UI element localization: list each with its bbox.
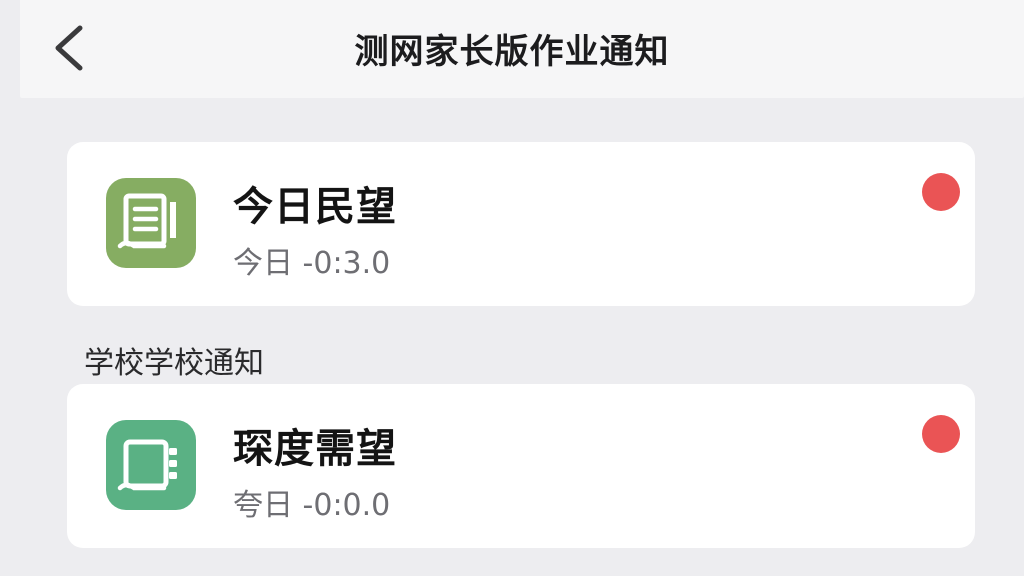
section-header: 学校学校通知	[84, 346, 264, 381]
notification-card[interactable]: 琛度需望 夸日 -0:0.0	[67, 384, 975, 548]
unread-badge	[922, 415, 960, 453]
card-title: 琛度需望	[233, 426, 397, 472]
notebook-icon	[106, 420, 196, 510]
page-title: 测网家长版作业通知	[354, 32, 670, 72]
card-title: 今日民望	[233, 184, 397, 230]
app-screen: 测网家长版作业通知 今日民望 今日 -0:3.0 学校学校通知 琛度需望 夸日 …	[0, 0, 1024, 576]
unread-badge	[922, 173, 960, 211]
notification-card[interactable]: 今日民望 今日 -0:3.0	[67, 142, 975, 306]
document-icon	[106, 178, 196, 268]
card-timestamp: 今日 -0:3.0	[233, 246, 391, 281]
navigation-bar: 测网家长版作业通知	[20, 0, 1024, 98]
card-timestamp: 夸日 -0:0.0	[233, 488, 391, 523]
